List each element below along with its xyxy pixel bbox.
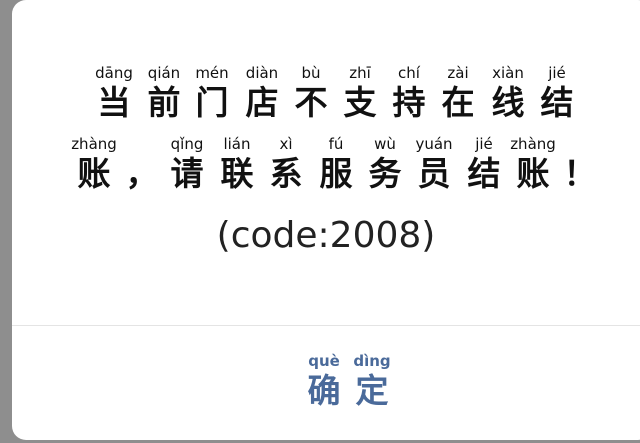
alert-dialog: dāng 当 qián 前 mén 门 diàn 店 bù 不 zhī 支 chí 持 zài… [12, 0, 640, 440]
pinyin: dìng [353, 352, 391, 370]
ruby-char: ！ [550, 135, 610, 194]
ruby-char: dìng 定 [342, 352, 402, 411]
hanzi: 结 [540, 83, 574, 122]
screen: dāng 当 qián 前 mén 门 diàn 店 bù 不 zhī 支 chí 持 zài… [0, 0, 640, 443]
hanzi: ！ [563, 154, 597, 193]
pinyin: jié [548, 64, 566, 82]
confirm-button[interactable]: què 确 dìng 定 [12, 326, 640, 440]
pinyin [550, 135, 610, 153]
error-code: (code:2008) [216, 215, 436, 256]
ruby-char: jié 结 [527, 64, 587, 123]
confirm-label: 定 [355, 371, 389, 410]
